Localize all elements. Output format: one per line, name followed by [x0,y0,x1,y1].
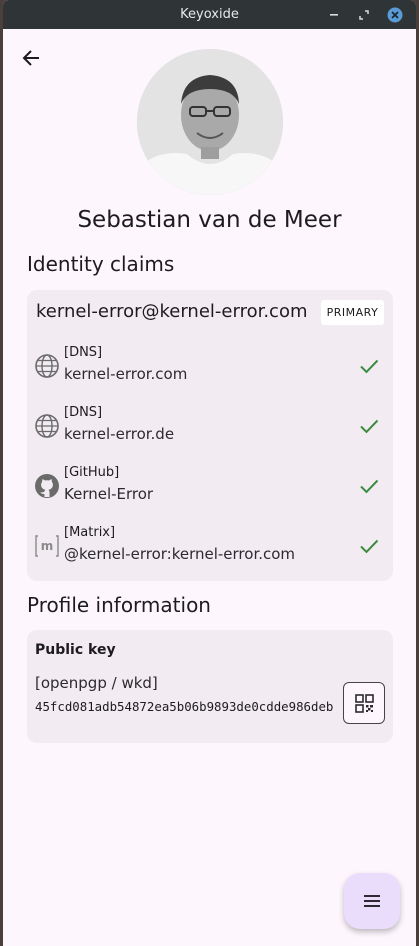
avatar [137,49,283,195]
claim-type: [GitHub] [64,465,120,480]
claim-value: Kernel-Error [64,485,154,503]
app-window: Keyoxide Sebastian van de Meer Identity … [3,0,416,946]
primary-email: kernel-error@kernel-error.com [36,301,308,322]
claim-dns-kernel-error-de[interactable]: [DNS] kernel-error.de [27,400,393,452]
maximize-icon [359,10,369,20]
matrix-icon: m [34,533,60,559]
back-button[interactable] [19,45,45,71]
globe-icon [34,353,60,379]
claim-value: kernel-error.de [64,425,175,443]
title-bar: Keyoxide [3,0,416,29]
claim-type: [DNS] [64,345,103,360]
claim-dns-kernel-error-com[interactable]: [DNS] kernel-error.com [27,340,393,392]
profile-name: Sebastian van de Meer [77,207,342,233]
check-icon [358,475,380,497]
globe-icon [34,413,60,439]
public-key-label: Public key [35,642,116,658]
github-icon [34,473,60,499]
check-icon [358,535,380,557]
claim-type: [Matrix] [64,525,116,540]
minimize-button[interactable] [325,6,343,24]
close-button[interactable] [386,6,404,24]
arrow-left-icon [22,50,39,66]
svg-text:m: m [41,539,54,553]
identity-claims-heading: Identity claims [27,252,175,276]
menu-icon [364,895,380,907]
minimize-icon [330,14,338,16]
claim-matrix[interactable]: m [Matrix] @kernel-error:kernel-error.co… [27,520,393,572]
primary-badge: PRIMARY [321,300,384,325]
profile-information-heading: Profile information [27,593,211,617]
claim-value: kernel-error.com [64,365,188,383]
identity-claims-card: kernel-error@kernel-error.com PRIMARY [D… [27,290,393,581]
public-key-card: Public key [openpgp / wkd] 45fcd081adb54… [27,630,393,743]
qr-code-button[interactable] [343,682,385,724]
public-key-source: [openpgp / wkd] [35,674,158,692]
check-icon [358,355,380,377]
check-icon [358,415,380,437]
claim-github[interactable]: [GitHub] Kernel-Error [27,460,393,512]
claim-value: @kernel-error:kernel-error.com [64,545,296,563]
menu-fab-button[interactable] [344,873,400,929]
public-key-fingerprint: 45fcd081adb54872ea5b06b9893de0cdde986deb [35,699,334,714]
maximize-button[interactable] [355,6,373,24]
claim-type: [DNS] [64,405,103,420]
qr-code-icon [355,694,374,713]
close-icon [387,7,403,23]
